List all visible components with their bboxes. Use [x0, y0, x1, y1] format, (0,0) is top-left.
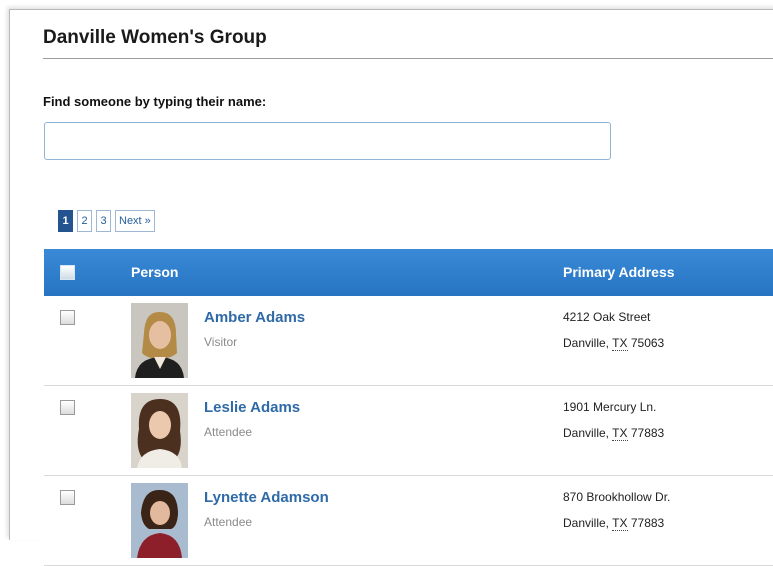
address-state: TX: [612, 516, 628, 531]
table-header: Person Primary Address: [44, 249, 773, 296]
address-city-line: Danville, TX 77883: [563, 426, 665, 441]
address-state: TX: [612, 426, 628, 441]
person-name-link[interactable]: Lynette Adamson: [204, 489, 329, 506]
address-street: 870 Brookhollow Dr.: [563, 490, 671, 504]
person-photo: [131, 483, 188, 558]
row-checkbox[interactable]: [60, 490, 75, 505]
person-role: Visitor: [204, 335, 238, 349]
address-city-line: Danville, TX 75063: [563, 336, 665, 351]
pagination: 1 2 3 Next »: [58, 210, 155, 232]
select-all-checkbox[interactable]: [60, 265, 75, 280]
column-header-person[interactable]: Person: [131, 264, 178, 280]
table-row: Amber Adams Visitor 4212 Oak Street Danv…: [44, 296, 773, 386]
person-name-link[interactable]: Leslie Adams: [204, 399, 300, 416]
person-role: Attendee: [204, 425, 253, 439]
next-page-link[interactable]: Next »: [115, 210, 155, 232]
row-checkbox[interactable]: [60, 310, 75, 325]
person-name-link[interactable]: Amber Adams: [204, 309, 305, 326]
person-role: Attendee: [204, 515, 253, 529]
address-street: 1901 Mercury Ln.: [563, 400, 657, 414]
table-row: Leslie Adams Attendee 1901 Mercury Ln. D…: [44, 386, 773, 476]
page-link-1[interactable]: 1: [58, 210, 73, 232]
page-link-3[interactable]: 3: [96, 210, 111, 232]
address-city-line: Danville, TX 77883: [563, 516, 665, 531]
row-checkbox[interactable]: [60, 400, 75, 415]
search-input[interactable]: [44, 122, 611, 160]
page-title: Danville Women's Group: [43, 27, 267, 48]
column-header-address[interactable]: Primary Address: [563, 264, 675, 280]
app-frame: Danville Women's Group Find someone by t…: [9, 9, 773, 566]
address-state: TX: [612, 336, 628, 351]
person-photo: [131, 393, 188, 468]
search-label: Find someone by typing their name:: [43, 94, 267, 109]
address-street: 4212 Oak Street: [563, 310, 651, 324]
page-link-2[interactable]: 2: [77, 210, 92, 232]
table-row: Lynette Adamson Attendee 870 Brookhollow…: [44, 476, 773, 566]
person-photo: [131, 303, 188, 378]
title-divider: [43, 58, 773, 59]
people-table: Person Primary Address Amber Adams Visit…: [44, 249, 773, 566]
